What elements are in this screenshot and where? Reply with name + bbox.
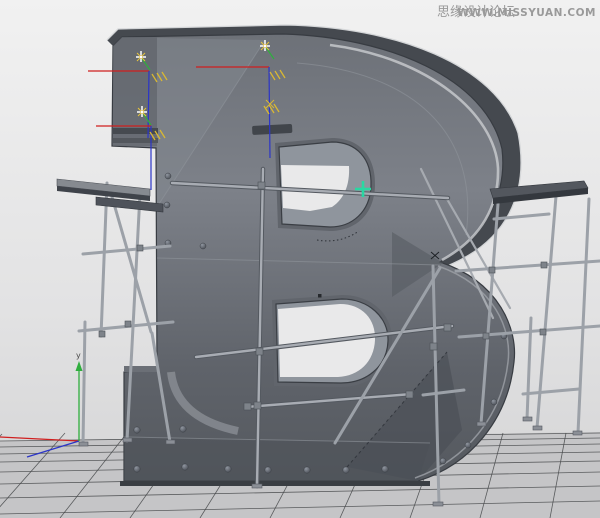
anchor-point-dot <box>318 294 322 298</box>
base-shadow-strip <box>120 481 430 486</box>
panel-block-ledge <box>124 366 157 372</box>
letter-b-model[interactable] <box>107 25 521 486</box>
viewport-3d[interactable]: y <box>0 0 600 518</box>
letter-b-upper-hole <box>275 138 375 231</box>
watermark-site-url: WWW.MISSYUAN.COM <box>457 7 596 19</box>
watermark: 思缘设计论坛 WWW.MISSYUAN.COM <box>437 5 596 20</box>
y-axis-label: y <box>76 351 81 360</box>
